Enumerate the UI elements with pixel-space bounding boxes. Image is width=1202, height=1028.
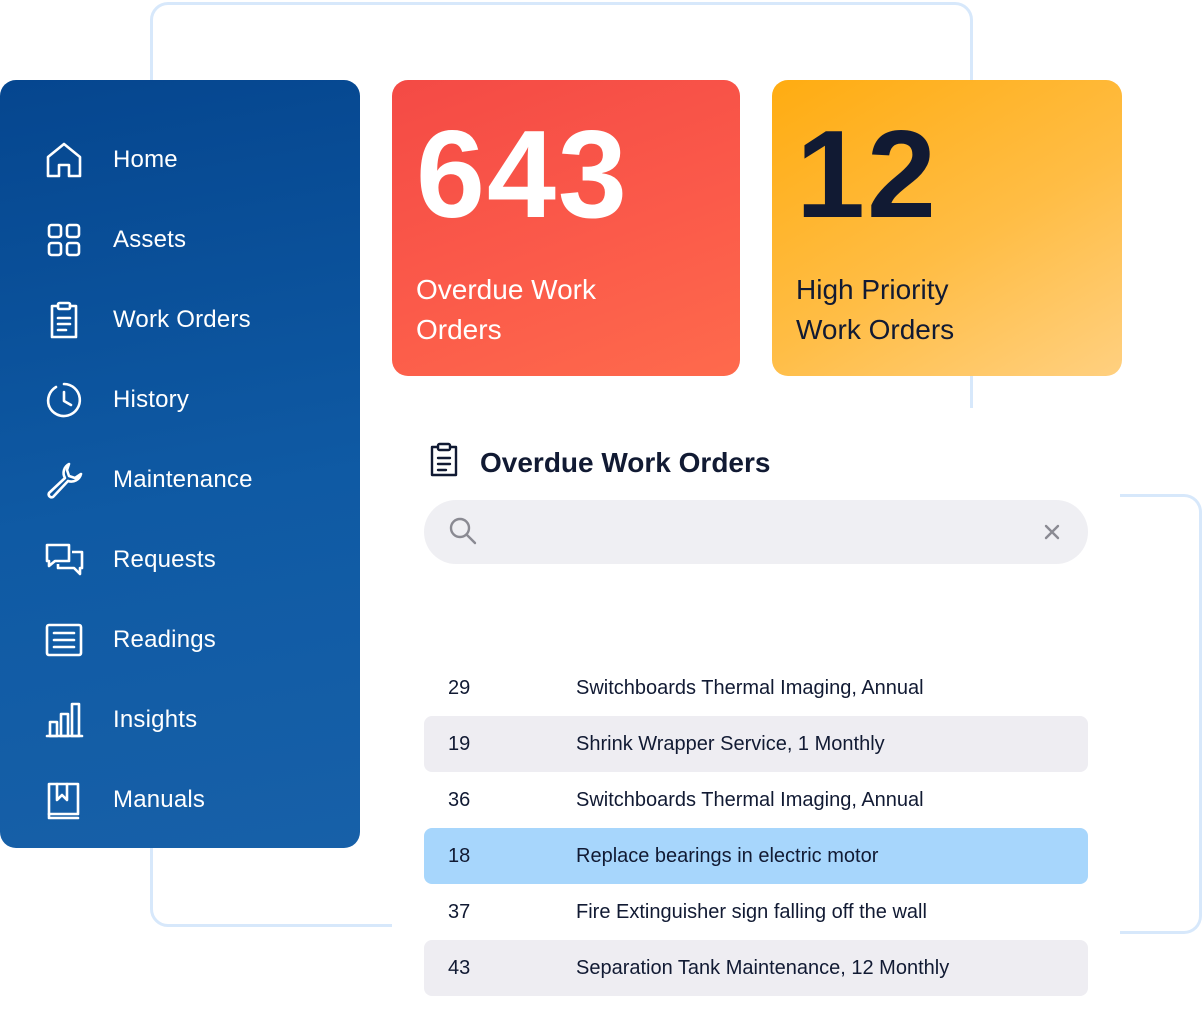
home-icon	[44, 140, 84, 180]
overdue-work-orders-card[interactable]: 643 Overdue Work Orders	[392, 80, 740, 376]
sidebar-item-label: Assets	[113, 226, 187, 253]
row-description: Replace bearings in electric motor	[576, 844, 879, 867]
search-bar	[424, 500, 1088, 564]
sidebar-item-label: Home	[113, 146, 178, 173]
history-icon	[44, 380, 84, 420]
high-priority-label: High Priority Work Orders	[796, 274, 955, 345]
sidebar-item-label: Manuals	[113, 786, 206, 813]
row-description: Fire Extinguisher sign falling off the w…	[576, 900, 927, 923]
sidebar-item-home[interactable]: Home	[0, 120, 360, 200]
table-row[interactable]: 29 Switchboards Thermal Imaging, Annual	[424, 660, 1088, 716]
bar-chart-icon	[44, 700, 84, 740]
chat-icon	[44, 540, 84, 580]
sidebar-item-label: Readings	[113, 626, 217, 653]
sidebar-item-label: Insights	[113, 706, 198, 733]
row-id: 36	[448, 788, 471, 811]
panel-title: Overdue Work Orders	[480, 446, 771, 478]
sidebar: Home Assets Work Orders History Maintena…	[0, 80, 360, 848]
row-id: 37	[448, 900, 471, 923]
sidebar-item-maintenance[interactable]: Maintenance	[0, 440, 360, 520]
sidebar-item-insights[interactable]: Insights	[0, 680, 360, 760]
sidebar-item-requests[interactable]: Requests	[0, 520, 360, 600]
sidebar-item-manuals[interactable]: Manuals	[0, 760, 360, 840]
table-row[interactable]: 36 Switchboards Thermal Imaging, Annual	[424, 772, 1088, 828]
row-id: 18	[448, 844, 471, 867]
work-orders-table: 29 Switchboards Thermal Imaging, Annual …	[424, 660, 1088, 996]
overdue-work-orders-panel: Overdue Work Orders 29 Switchboards Ther…	[392, 408, 1120, 1028]
row-description: Shrink Wrapper Service, 1 Monthly	[576, 732, 885, 755]
wrench-icon	[44, 460, 84, 500]
high-priority-card[interactable]: 12 High Priority Work Orders	[772, 80, 1122, 376]
overdue-count: 643	[416, 106, 629, 244]
row-description: Separation Tank Maintenance, 12 Monthly	[576, 956, 950, 979]
search-icon	[449, 517, 477, 545]
sidebar-item-label: Maintenance	[113, 466, 253, 493]
book-icon	[44, 780, 84, 820]
sidebar-item-label: Work Orders	[113, 306, 251, 333]
sidebar-item-work-orders[interactable]: Work Orders	[0, 280, 360, 360]
clipboard-icon	[44, 300, 84, 340]
row-description: Switchboards Thermal Imaging, Annual	[576, 676, 924, 699]
high-priority-count: 12	[796, 106, 938, 244]
sidebar-item-label: Requests	[113, 546, 216, 573]
row-id: 19	[448, 732, 471, 755]
grid-icon	[44, 220, 84, 260]
readings-icon	[44, 620, 84, 660]
clipboard-icon	[428, 442, 460, 483]
sidebar-item-label: History	[113, 386, 190, 413]
row-description: Switchboards Thermal Imaging, Annual	[576, 788, 924, 811]
table-row[interactable]: 19 Shrink Wrapper Service, 1 Monthly	[424, 716, 1088, 772]
sidebar-item-assets[interactable]: Assets	[0, 200, 360, 280]
search-input[interactable]	[490, 500, 1030, 564]
panel-header: Overdue Work Orders	[428, 442, 770, 483]
sidebar-item-readings[interactable]: Readings	[0, 600, 360, 680]
table-row[interactable]: 37 Fire Extinguisher sign falling off th…	[424, 884, 1088, 940]
close-icon[interactable]	[1042, 522, 1062, 542]
row-id: 43	[448, 956, 471, 979]
sidebar-item-history[interactable]: History	[0, 360, 360, 440]
table-row-selected[interactable]: 18 Replace bearings in electric motor	[424, 828, 1088, 884]
overdue-label: Overdue Work Orders	[416, 274, 596, 345]
table-row[interactable]: 43 Separation Tank Maintenance, 12 Month…	[424, 940, 1088, 996]
row-id: 29	[448, 676, 471, 699]
